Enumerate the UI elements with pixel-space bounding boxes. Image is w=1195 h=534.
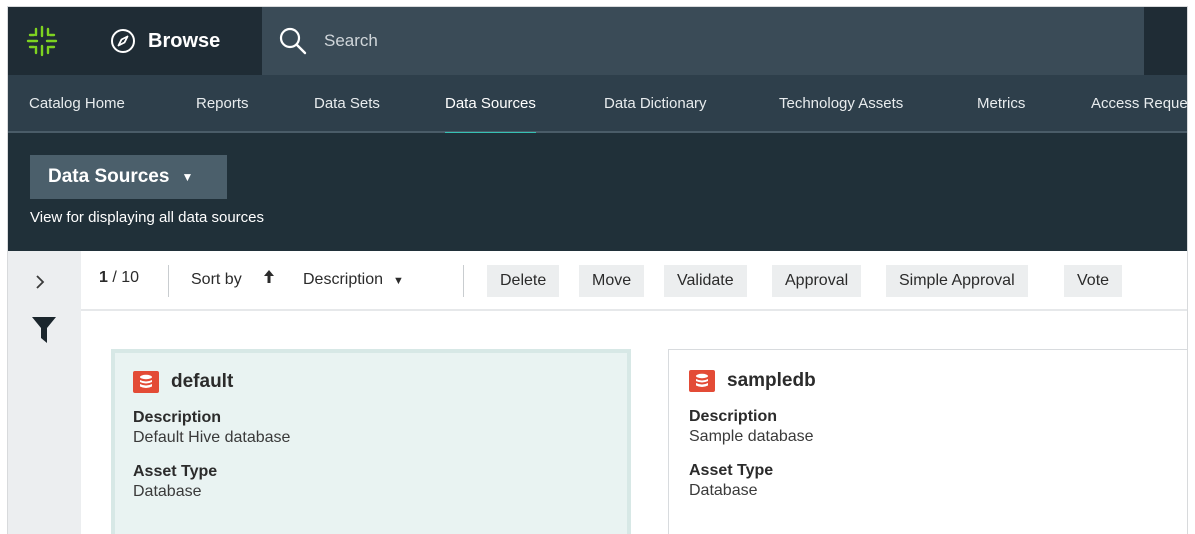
logo-icon — [26, 25, 58, 57]
approval-button[interactable]: Approval — [772, 265, 862, 297]
logo[interactable] — [8, 7, 76, 75]
tab-data-sets[interactable]: Data Sets — [314, 75, 380, 133]
result-card[interactable]: default Description Default Hive databas… — [111, 349, 631, 534]
result-card[interactable]: sampledb Description Sample database Ass… — [668, 349, 1187, 534]
app-frame: Browse Catalog Home Reports Data Sets Da… — [7, 6, 1188, 534]
description-value: Default Hive database — [133, 429, 291, 446]
divider — [463, 265, 464, 297]
card-title-text: default — [171, 371, 234, 392]
view-selector-dropdown[interactable]: Data Sources ▼ — [30, 155, 227, 199]
page-total: 10 — [121, 269, 140, 286]
tab-metrics[interactable]: Metrics — [977, 75, 1025, 133]
caret-down-icon: ▼ — [393, 275, 404, 287]
topbar-right-area — [1144, 7, 1187, 75]
simple-approval-button[interactable]: Simple Approval — [886, 265, 1028, 297]
sort-by-label: Sort by — [191, 271, 242, 288]
view-description: View for displaying all data sources — [30, 209, 265, 226]
caret-down-icon: ▼ — [181, 170, 194, 184]
tab-catalog-home[interactable]: Catalog Home — [29, 75, 125, 133]
database-icon — [133, 371, 159, 393]
search-input[interactable] — [324, 31, 924, 51]
validate-button[interactable]: Validate — [664, 265, 747, 297]
tab-reports[interactable]: Reports — [196, 75, 249, 133]
search-bar[interactable] — [262, 7, 1144, 75]
chevron-right-icon[interactable] — [34, 273, 46, 296]
asset-type-value: Database — [133, 483, 202, 500]
pagination: 1 / 10 — [99, 269, 139, 287]
results-toolbar: 1 / 10 Sort by Description ▼ Delete Move … — [81, 251, 1187, 311]
divider — [168, 265, 169, 297]
compass-icon — [111, 29, 135, 53]
asset-type-value: Database — [689, 482, 758, 499]
view-header: Data Sources ▼ View for displaying all d… — [8, 133, 1187, 251]
browse-button[interactable]: Browse — [76, 7, 262, 75]
filter-icon[interactable] — [32, 317, 56, 343]
nav-tabs: Catalog Home Reports Data Sets Data Sour… — [8, 75, 1187, 135]
description-label: Description — [689, 408, 778, 425]
delete-button[interactable]: Delete — [487, 265, 560, 297]
browse-label: Browse — [148, 29, 221, 52]
page-separator: / — [107, 269, 122, 286]
tab-access-requests[interactable]: Access Reque — [1091, 75, 1187, 133]
page-current: 1 — [99, 269, 108, 286]
description-value: Sample database — [689, 428, 814, 445]
top-bar: Browse — [8, 7, 1187, 75]
arrow-up-icon[interactable] — [263, 269, 275, 289]
asset-type-label: Asset Type — [133, 463, 218, 480]
sort-field-dropdown[interactable]: Description ▼ — [303, 271, 404, 289]
search-icon — [279, 27, 307, 55]
database-icon — [689, 370, 715, 392]
sort-field-label: Description — [303, 271, 384, 288]
description-label: Description — [133, 409, 222, 426]
results-grid: default Description Default Hive databas… — [81, 313, 1187, 534]
view-selector-label: Data Sources — [48, 166, 170, 187]
move-button[interactable]: Move — [579, 265, 645, 297]
tab-data-dictionary[interactable]: Data Dictionary — [604, 75, 707, 133]
card-title-text: sampledb — [727, 370, 816, 391]
tab-data-sources[interactable]: Data Sources — [445, 75, 536, 135]
asset-type-label: Asset Type — [689, 462, 774, 479]
card-title[interactable]: sampledb — [689, 370, 1167, 392]
tab-technology-assets[interactable]: Technology Assets — [779, 75, 903, 133]
filter-sidebar — [8, 251, 81, 534]
vote-button[interactable]: Vote — [1064, 265, 1123, 297]
card-title[interactable]: default — [133, 371, 609, 393]
